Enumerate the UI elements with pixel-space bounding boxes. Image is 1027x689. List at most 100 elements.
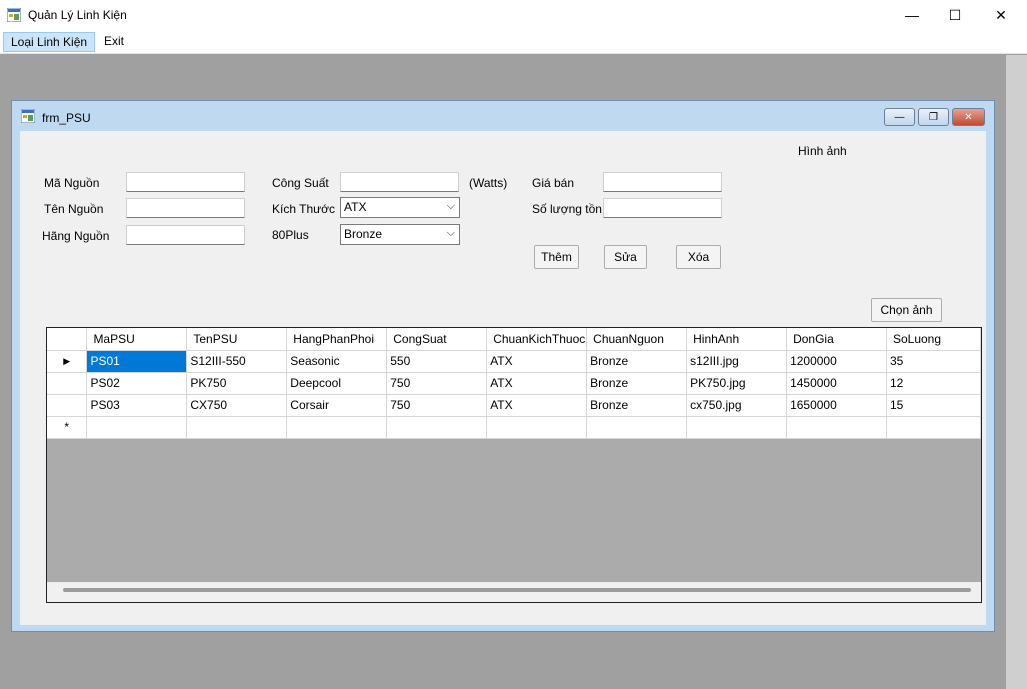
sua-button[interactable]: Sửa	[604, 245, 647, 269]
table-cell[interactable]: Deepcool	[286, 372, 388, 395]
table-cell[interactable]	[686, 416, 788, 439]
watts-label: (Watts)	[469, 176, 508, 190]
plus80-label: 80Plus	[272, 228, 309, 242]
grid-corner-header[interactable]	[47, 328, 88, 351]
table-cell[interactable]: s12III.jpg	[686, 350, 788, 373]
horizontal-scroll-thumb[interactable]	[63, 588, 971, 592]
gia-ban-label: Giá bán	[532, 176, 575, 190]
table-cell[interactable]: PS01	[86, 350, 188, 373]
ten-nguon-input[interactable]	[126, 198, 245, 218]
table-cell[interactable]: S12III-550	[186, 350, 288, 373]
table-cell[interactable]	[86, 416, 188, 439]
maximize-button[interactable]: ☐	[932, 0, 978, 30]
table-cell[interactable]: PK750	[186, 372, 288, 395]
table-cell[interactable]: 1650000	[786, 394, 887, 417]
them-button[interactable]: Thêm	[534, 245, 579, 269]
plus80-value: Bronze	[344, 227, 383, 241]
new-table-row[interactable]: *	[47, 416, 982, 439]
grid-table: MaPSU TenPSU HangPhanPhoi CongSuat Chuan…	[47, 328, 982, 439]
column-header[interactable]: HinhAnh	[686, 328, 788, 351]
plus80-select[interactable]: Bronze ⌵	[340, 224, 460, 245]
chon-anh-button[interactable]: Chọn ảnh	[871, 298, 942, 322]
child-close-button[interactable]: ✕	[952, 108, 985, 126]
table-row[interactable]: ▶ PS01 S12III-550 Seasonic 550 ATX Bronz…	[47, 350, 982, 373]
table-cell[interactable]: ATX	[486, 372, 588, 395]
column-header[interactable]: ChuanKichThuoc	[486, 328, 588, 351]
table-cell[interactable]	[186, 416, 288, 439]
cong-suat-label: Công Suất	[272, 176, 329, 190]
minimize-button[interactable]: —	[889, 0, 935, 30]
table-cell[interactable]	[886, 416, 982, 439]
column-header[interactable]: TenPSU	[186, 328, 288, 351]
so-luong-ton-input[interactable]	[603, 198, 722, 218]
table-cell[interactable]: PS02	[86, 372, 188, 395]
column-header[interactable]: DonGia	[786, 328, 887, 351]
menu-bar: Loại Linh Kiện Exit	[0, 30, 1027, 54]
table-cell[interactable]: 1450000	[786, 372, 887, 395]
menu-loai-linh-kien[interactable]: Loại Linh Kiện	[3, 32, 96, 52]
table-row[interactable]: PS02 PK750 Deepcool 750 ATX Bronze PK750…	[47, 372, 982, 395]
table-cell[interactable]: 12	[886, 372, 982, 395]
table-cell[interactable]	[286, 416, 388, 439]
grid-header-row: MaPSU TenPSU HangPhanPhoi CongSuat Chuan…	[47, 328, 982, 351]
table-cell[interactable]: PK750.jpg	[686, 372, 788, 395]
table-cell[interactable]: 1200000	[786, 350, 887, 373]
ten-nguon-label: Tên Nguồn	[44, 202, 104, 216]
table-cell[interactable]: CX750	[186, 394, 288, 417]
row-header[interactable]	[47, 372, 88, 395]
menu-exit[interactable]: Exit	[97, 32, 131, 52]
app-title: Quản Lý Linh Kiện	[28, 8, 127, 22]
ma-nguon-input[interactable]	[126, 172, 245, 192]
table-cell[interactable]: Corsair	[286, 394, 388, 417]
kich-thuoc-value: ATX	[344, 200, 367, 214]
app-titlebar: Quản Lý Linh Kiện — ☐ ✕	[0, 0, 1027, 30]
chevron-down-icon: ⌵	[446, 200, 455, 212]
kich-thuoc-label: Kích Thước	[272, 202, 336, 216]
child-title: frm_PSU	[42, 111, 91, 125]
table-cell[interactable]: 550	[386, 350, 488, 373]
close-button[interactable]: ✕	[978, 0, 1024, 30]
child-restore-button[interactable]: ❐	[918, 108, 949, 126]
table-cell[interactable]	[586, 416, 688, 439]
new-row-marker-icon[interactable]: *	[47, 416, 88, 439]
table-cell[interactable]: Bronze	[586, 350, 688, 373]
cong-suat-input[interactable]	[340, 172, 459, 192]
table-cell[interactable]: Bronze	[586, 372, 688, 395]
table-cell[interactable]: PS03	[86, 394, 188, 417]
table-cell[interactable]	[486, 416, 588, 439]
table-cell[interactable]: 750	[386, 372, 488, 395]
chevron-down-icon: ⌵	[446, 227, 455, 239]
kich-thuoc-select[interactable]: ATX ⌵	[340, 197, 460, 218]
table-cell[interactable]: Bronze	[586, 394, 688, 417]
psu-datagrid[interactable]: MaPSU TenPSU HangPhanPhoi CongSuat Chuan…	[46, 327, 982, 603]
row-header[interactable]	[47, 394, 88, 417]
table-cell[interactable]	[786, 416, 887, 439]
table-cell[interactable]: 750	[386, 394, 488, 417]
form-icon	[21, 109, 35, 123]
form-client-area: Mã Nguồn Tên Nguồn Hãng Nguồn Công Suất …	[20, 131, 986, 625]
column-header[interactable]: MaPSU	[86, 328, 188, 351]
column-header[interactable]: SoLuong	[886, 328, 982, 351]
current-row-arrow-icon[interactable]: ▶	[47, 350, 88, 373]
child-minimize-button[interactable]: —	[884, 108, 915, 126]
table-cell[interactable]: cx750.jpg	[686, 394, 788, 417]
xoa-button[interactable]: Xóa	[676, 245, 721, 269]
mdi-right-edge	[1006, 55, 1027, 689]
table-cell[interactable]: 35	[886, 350, 982, 373]
column-header[interactable]: HangPhanPhoi	[286, 328, 388, 351]
column-header[interactable]: ChuanNguon	[586, 328, 688, 351]
child-titlebar[interactable]: frm_PSU — ❐ ✕	[12, 101, 994, 129]
hang-nguon-label: Hãng Nguồn	[42, 229, 110, 243]
table-row[interactable]: PS03 CX750 Corsair 750 ATX Bronze cx750.…	[47, 394, 982, 417]
gia-ban-input[interactable]	[603, 172, 722, 192]
hang-nguon-input[interactable]	[126, 225, 245, 245]
hinh-anh-label: Hình ảnh	[798, 144, 847, 158]
column-header[interactable]: CongSuat	[386, 328, 488, 351]
table-cell[interactable]: ATX	[486, 350, 588, 373]
table-cell[interactable]: ATX	[486, 394, 588, 417]
table-cell[interactable]	[386, 416, 488, 439]
horizontal-scrollbar[interactable]	[47, 582, 981, 602]
table-cell[interactable]: Seasonic	[286, 350, 388, 373]
table-cell[interactable]: 15	[886, 394, 982, 417]
ma-nguon-label: Mã Nguồn	[44, 176, 100, 190]
